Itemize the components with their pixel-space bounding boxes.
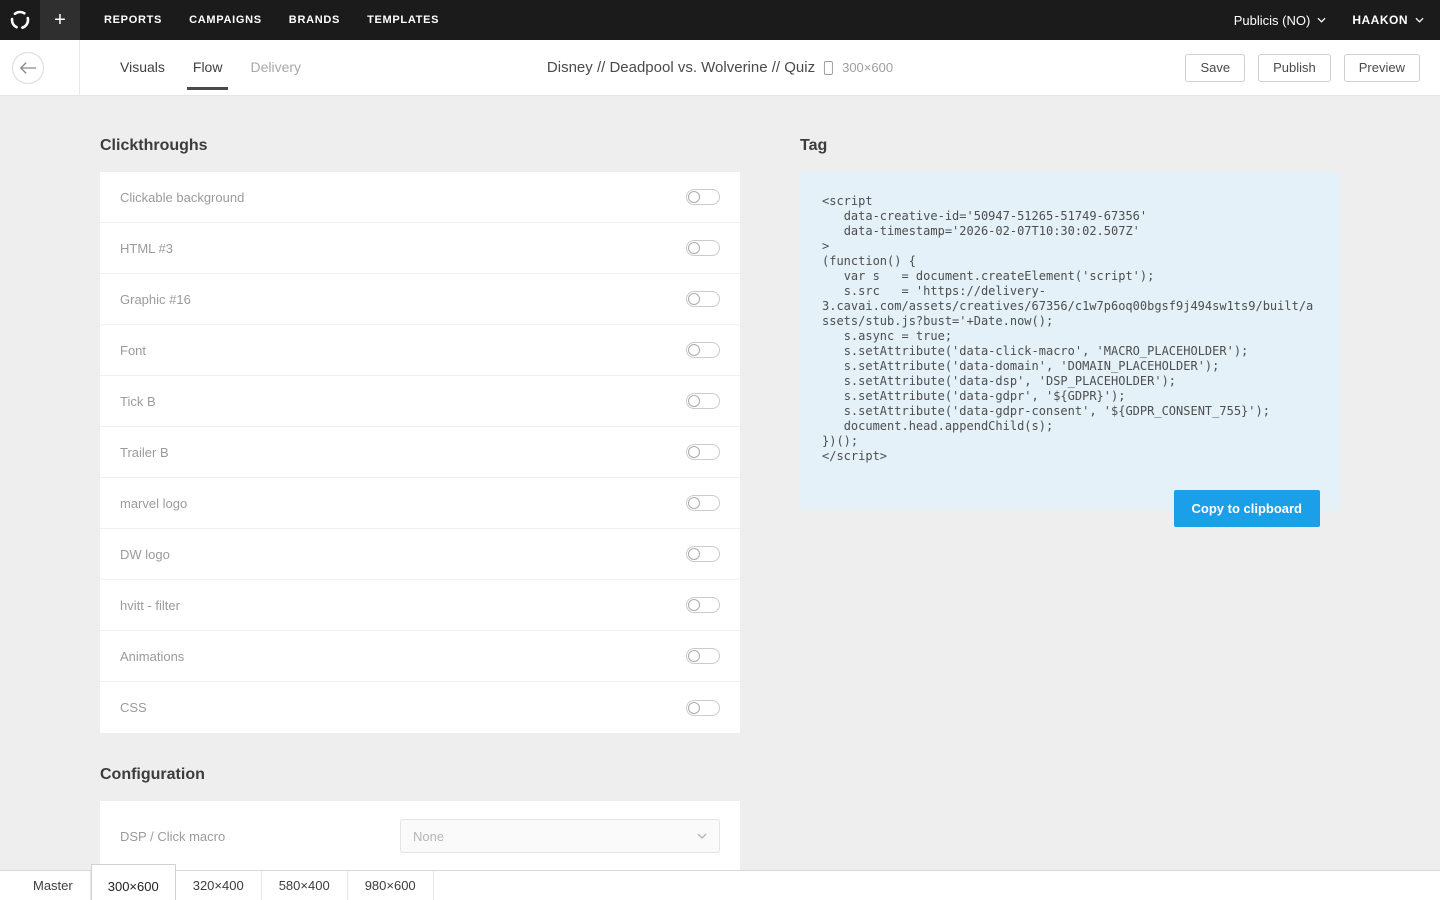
bottom-tab-320x400[interactable]: 320×400: [176, 871, 262, 900]
clickthroughs-heading: Clickthroughs: [100, 136, 740, 156]
format-size: 300×600: [842, 60, 893, 75]
toggle-knob: [688, 293, 700, 305]
account-name: Publicis (NO): [1234, 13, 1311, 28]
clickthrough-row: Graphic #16: [100, 274, 740, 325]
chevron-down-icon: [1415, 17, 1424, 23]
user-name: HAAKON: [1352, 13, 1408, 27]
publish-button[interactable]: Publish: [1258, 54, 1331, 82]
toggle-knob: [688, 242, 700, 254]
tab-visuals[interactable]: Visuals: [120, 40, 165, 96]
bottom-tab-master[interactable]: Master: [16, 871, 91, 900]
clickthrough-row: CSS: [100, 682, 740, 733]
clickthrough-label: CSS: [120, 700, 147, 715]
nav-item-brands[interactable]: Brands: [289, 0, 340, 40]
clickthrough-row: Trailer B: [100, 427, 740, 478]
add-button[interactable]: +: [40, 0, 80, 40]
clickthrough-row: Font: [100, 325, 740, 376]
clickthrough-label: Animations: [120, 649, 184, 664]
back-button[interactable]: [12, 52, 44, 84]
main-content: Clickthroughs Clickable background HTML …: [0, 96, 1440, 870]
creative-tabs: Visuals Flow Delivery: [120, 40, 301, 96]
header-actions: Save Publish Preview: [1185, 54, 1420, 82]
tag-section: Tag <script data-creative-id='50947-5126…: [800, 96, 1340, 510]
nav-item-campaigns[interactable]: Campaigns: [189, 0, 262, 40]
clickthrough-row: hvitt - filter: [100, 580, 740, 631]
topbar: + Reports Campaigns Brands Templates Pub…: [0, 0, 1440, 40]
toggle-switch[interactable]: [686, 700, 720, 716]
creative-title-group: Disney // Deadpool vs. Wolverine // Quiz…: [547, 59, 893, 76]
top-nav: Reports Campaigns Brands Templates: [104, 0, 439, 40]
tab-flow[interactable]: Flow: [193, 40, 223, 96]
toggle-switch[interactable]: [686, 495, 720, 511]
bottom-tab-580x400[interactable]: 580×400: [262, 871, 348, 900]
clickthrough-label: DW logo: [120, 547, 170, 562]
clickthrough-label: hvitt - filter: [120, 598, 180, 613]
toggle-knob: [688, 344, 700, 356]
toggle-knob: [688, 599, 700, 611]
creative-header: Visuals Flow Delivery Disney // Deadpool…: [0, 40, 1440, 96]
clickthrough-label: HTML #3: [120, 241, 173, 256]
toggle-knob: [688, 650, 700, 662]
bottom-tab-980x600[interactable]: 980×600: [348, 871, 434, 900]
dsp-macro-label: DSP / Click macro: [120, 829, 400, 844]
arrow-left-icon: [19, 61, 37, 75]
nav-item-reports[interactable]: Reports: [104, 0, 162, 40]
clickthroughs-card: Clickable background HTML #3 Graphic #16…: [100, 172, 740, 733]
toggle-switch[interactable]: [686, 240, 720, 256]
clickthrough-row: HTML #3: [100, 223, 740, 274]
toggle-switch[interactable]: [686, 189, 720, 205]
tag-code: <script data-creative-id='50947-51265-51…: [822, 194, 1318, 464]
copy-to-clipboard-button[interactable]: Copy to clipboard: [1174, 490, 1321, 527]
toggle-switch[interactable]: [686, 393, 720, 409]
toggle-knob: [688, 446, 700, 458]
clickthrough-label: Tick B: [120, 394, 156, 409]
save-button[interactable]: Save: [1185, 54, 1245, 82]
bottom-tab-300x600[interactable]: 300×600: [91, 864, 176, 900]
toggle-knob: [688, 548, 700, 560]
toggle-knob: [688, 497, 700, 509]
logo-icon: [9, 9, 31, 31]
creative-title: Disney // Deadpool vs. Wolverine // Quiz: [547, 59, 815, 76]
toggle-switch[interactable]: [686, 444, 720, 460]
user-menu[interactable]: HAAKON: [1352, 13, 1424, 27]
clickthrough-label: Font: [120, 343, 146, 358]
nav-item-templates[interactable]: Templates: [367, 0, 439, 40]
toggle-switch[interactable]: [686, 597, 720, 613]
chevron-down-icon: [697, 833, 707, 839]
toggle-knob: [688, 395, 700, 407]
configuration-heading: Configuration: [100, 765, 740, 785]
cavai-logo-icon[interactable]: [0, 0, 40, 40]
clickthrough-row: DW logo: [100, 529, 740, 580]
dsp-macro-select[interactable]: None: [400, 819, 720, 853]
chevron-down-icon: [1317, 17, 1326, 23]
dsp-macro-value: None: [413, 829, 444, 844]
account-switcher[interactable]: Publicis (NO): [1234, 13, 1327, 28]
clickthrough-label: Trailer B: [120, 445, 169, 460]
tag-code-block: <script data-creative-id='50947-51265-51…: [800, 172, 1340, 510]
toggle-knob: [688, 702, 700, 714]
toggle-switch[interactable]: [686, 291, 720, 307]
toggle-switch[interactable]: [686, 546, 720, 562]
plus-icon: +: [54, 9, 66, 32]
preview-button[interactable]: Preview: [1344, 54, 1420, 82]
dsp-macro-row: DSP / Click macro None: [100, 801, 740, 870]
clickthrough-row: Animations: [100, 631, 740, 682]
toggle-knob: [688, 191, 700, 203]
clickthrough-label: Clickable background: [120, 190, 244, 205]
clickthrough-label: Graphic #16: [120, 292, 191, 307]
header-divider: [79, 40, 80, 96]
tab-delivery[interactable]: Delivery: [250, 40, 301, 96]
clickthrough-row: marvel logo: [100, 478, 740, 529]
configuration-card: DSP / Click macro None: [100, 801, 740, 870]
toggle-switch[interactable]: [686, 342, 720, 358]
tag-heading: Tag: [800, 136, 1340, 156]
clickthrough-row: Clickable background: [100, 172, 740, 223]
format-phone-icon: [824, 61, 833, 75]
clickthroughs-section: Clickthroughs Clickable background HTML …: [100, 96, 740, 870]
clickthrough-label: marvel logo: [120, 496, 187, 511]
toggle-switch[interactable]: [686, 648, 720, 664]
clickthrough-row: Tick B: [100, 376, 740, 427]
format-tab-bar: Master 300×600 320×400 580×400 980×600: [0, 870, 1440, 900]
